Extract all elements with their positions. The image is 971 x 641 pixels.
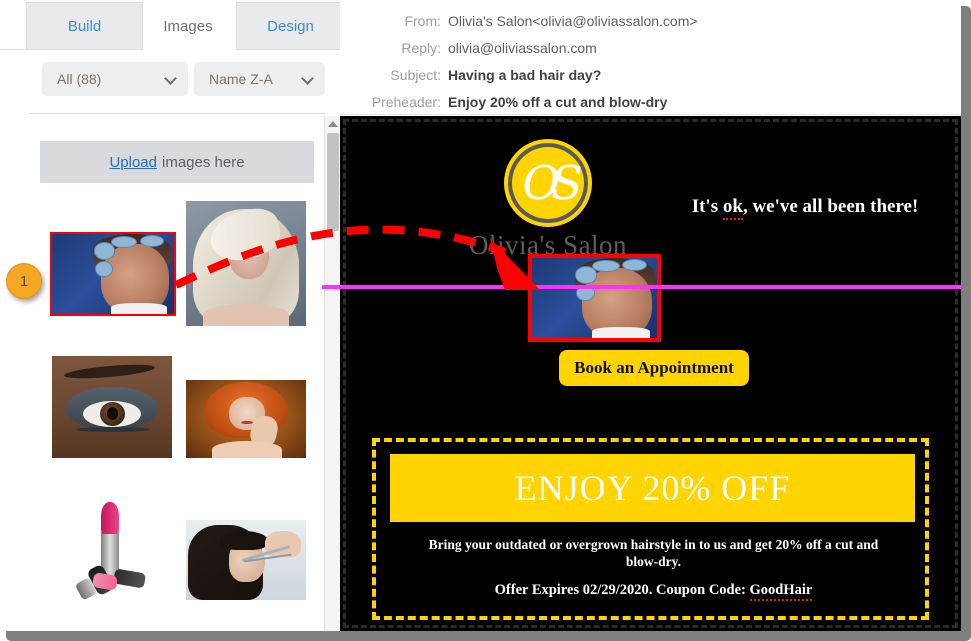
window-shadow-right	[961, 6, 971, 635]
thumbnail-image	[52, 488, 172, 606]
scroll-up-icon[interactable]	[325, 116, 341, 131]
coupon-expiry-text: Offer Expires 02/29/2020. Coupon Code:	[494, 582, 750, 598]
email-header-row-subject: Subject: Having a bad hair day?	[340, 62, 961, 89]
book-appointment-button[interactable]: Book an Appointment	[559, 350, 749, 386]
tab-build-label: Build	[67, 18, 102, 35]
thumbnail-redhead-curly-hair[interactable]	[186, 380, 306, 458]
tagline-prefix: It's	[691, 196, 723, 217]
image-gallery: Upload images here	[0, 116, 322, 631]
thumbnail-platinum-blonde-woman[interactable]	[186, 201, 306, 326]
book-appointment-label: Book an Appointment	[574, 358, 734, 377]
thumbnail-image	[186, 380, 306, 458]
logo-monogram: OS	[522, 156, 582, 210]
salon-logo[interactable]: OS Olivia's Salon	[458, 139, 638, 261]
subject-label: Subject:	[390, 67, 441, 83]
upload-dropzone[interactable]: Upload images here	[40, 141, 314, 183]
coupon-body-text: Bring your outdated or overgrown hairsty…	[428, 537, 879, 569]
thumbnail-haircut-scissors[interactable]	[186, 520, 306, 600]
window-body: Build Images Design All (88) Name Z-A Up…	[0, 0, 961, 631]
preheader-label: Preheader:	[371, 94, 441, 110]
image-filter-value: All (88)	[57, 71, 102, 87]
email-header-divider	[340, 114, 961, 115]
window-shadow-bottom	[6, 631, 971, 641]
subject-value[interactable]: Having a bad hair day?	[448, 62, 601, 89]
gallery-scrollbar[interactable]	[324, 116, 340, 631]
coupon-block[interactable]: ENJOY 20% OFF Bring your outdated or ove…	[372, 438, 929, 620]
gallery-filter-row: All (88) Name Z-A	[0, 58, 340, 102]
chevron-down-icon	[302, 73, 314, 85]
filter-divider	[30, 113, 326, 114]
email-header-row-reply: Reply: olivia@oliviassalon.com	[340, 35, 961, 62]
preheader-value[interactable]: Enjoy 20% off a cut and blow-dry	[448, 89, 667, 116]
tagline-misspelled-word: ok	[722, 196, 743, 220]
tab-design-label: Design	[267, 18, 314, 35]
upload-hint-text: images here	[162, 153, 245, 171]
logo-circle-icon: OS	[504, 139, 592, 227]
from-label: From:	[404, 13, 441, 29]
tabs-active-mask	[143, 49, 236, 51]
dropped-image-woman-with-hair-rollers[interactable]	[528, 254, 661, 342]
email-header: From: Olivia's Salon<olivia@oliviassalon…	[340, 0, 961, 115]
thumbnail-woman-with-hair-rollers[interactable]	[50, 232, 176, 316]
thumbnail-image	[52, 234, 174, 314]
email-preview-panel: From: Olivia's Salon<olivia@oliviassalon…	[340, 0, 961, 631]
tab-build[interactable]: Build	[26, 2, 143, 50]
app-window: Build Images Design All (88) Name Z-A Up…	[0, 0, 971, 641]
panel-tabs: Build Images Design	[0, 0, 345, 51]
tab-images[interactable]: Images	[143, 2, 233, 50]
dropped-image-content	[532, 258, 657, 338]
reply-value[interactable]: olivia@oliviassalon.com	[448, 35, 597, 62]
drop-position-indicator	[340, 285, 961, 289]
email-header-row-preheader: Preheader: Enjoy 20% off a cut and blow-…	[340, 89, 961, 116]
gallery-scrollbar-thumb[interactable]	[327, 133, 339, 231]
reply-label: Reply:	[401, 40, 441, 56]
drop-position-indicator-gutter	[322, 285, 340, 289]
email-body-canvas[interactable]: OS Olivia's Salon It's ok, we've all bee…	[340, 116, 961, 631]
from-value[interactable]: Olivia's Salon<olivia@oliviassalon.com>	[448, 8, 698, 35]
image-sort-value: Name Z-A	[209, 71, 273, 87]
thumbnail-image	[186, 520, 306, 600]
thumbnail-image	[52, 356, 172, 458]
image-sort-select[interactable]: Name Z-A	[194, 62, 325, 96]
chevron-down-icon	[165, 73, 177, 85]
image-filter-select[interactable]: All (88)	[42, 62, 188, 96]
tab-design[interactable]: Design	[236, 2, 345, 50]
tagline-suffix: , we've all been there!	[742, 196, 919, 217]
thumbnail-smoky-eye-makeup[interactable]	[52, 356, 172, 458]
email-header-row-from: From: Olivia's Salon<olivia@oliviassalon…	[340, 8, 961, 35]
thumbnail-lipsticks[interactable]	[52, 488, 172, 606]
thumbnail-image	[186, 201, 306, 326]
email-tagline[interactable]: It's ok, we've all been there!	[670, 196, 940, 220]
upload-link[interactable]: Upload	[109, 154, 157, 171]
coupon-code: GoodHair	[749, 582, 813, 601]
logo-brand-name: Olivia's Salon	[468, 230, 628, 260]
tab-images-label: Images	[163, 17, 213, 35]
images-panel: Build Images Design All (88) Name Z-A Up…	[0, 0, 345, 631]
coupon-headline: ENJOY 20% OFF	[390, 454, 915, 522]
coupon-expiry-line: Offer Expires 02/29/2020. Coupon Code: G…	[416, 582, 891, 601]
